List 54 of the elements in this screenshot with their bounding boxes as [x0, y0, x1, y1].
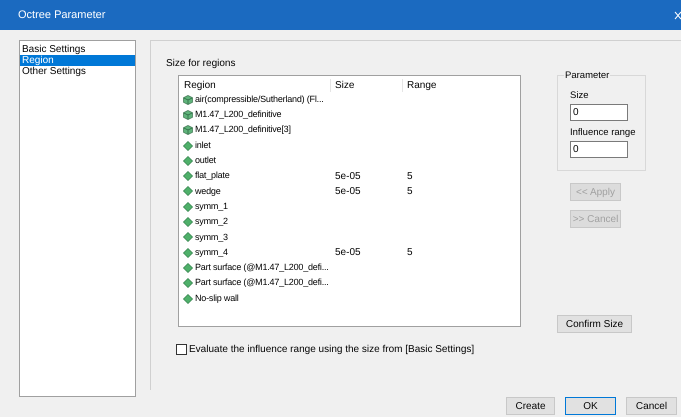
influence-range-field[interactable]: 0 [570, 141, 628, 158]
diamond-icon [183, 217, 193, 228]
diamond-icon [183, 262, 193, 273]
checkbox-label: Evaluate the influence range using the size from [Basic Settings] [189, 343, 474, 357]
sidebar-item[interactable]: Other Settings [20, 66, 135, 77]
window-title: Octree Parameter [18, 8, 106, 23]
size-cell: 5e-05 [335, 170, 361, 182]
close-icon[interactable] [674, 10, 681, 20]
region-name[interactable]: wedge [195, 184, 221, 198]
region-name[interactable]: outlet [195, 154, 216, 168]
column-header[interactable]: Region [183, 79, 331, 92]
cube-icon [183, 110, 193, 120]
diamond-icon [183, 202, 193, 212]
diamond-icon [183, 294, 193, 304]
sidebar-item[interactable]: Region [20, 55, 135, 66]
size-cell: 5e-05 [335, 186, 361, 197]
dialog-button[interactable]: OK [565, 397, 616, 415]
region-name[interactable]: symm_1 [195, 200, 228, 214]
column-header[interactable]: Size [331, 79, 403, 92]
range-cell: 5 [407, 247, 413, 258]
region-name[interactable]: symm_3 [195, 230, 228, 244]
influence-range-label: Influence range [570, 127, 636, 138]
size-label: Size [570, 90, 590, 101]
range-cell: 5 [407, 170, 413, 182]
sidebar-item[interactable]: Basic Settings [20, 44, 135, 55]
diamond-icon [183, 156, 193, 166]
cube-icon [183, 94, 193, 105]
checkbox[interactable] [176, 344, 187, 355]
size-cell: 5e-05 [335, 247, 361, 258]
confirm-size-button[interactable]: Confirm Size [557, 315, 632, 333]
region-name[interactable]: symm_4 [195, 246, 228, 260]
region-name[interactable]: Part surface (@M1.47_L200_defi... [195, 276, 329, 290]
diamond-icon [183, 186, 193, 196]
region-name[interactable]: No-slip wall [195, 292, 239, 306]
dialog-button[interactable]: Cancel [626, 397, 677, 415]
diamond-icon [183, 140, 193, 151]
region-name[interactable]: Part surface (@M1.47_L200_defi... [195, 261, 329, 275]
region-name[interactable]: symm_2 [195, 215, 228, 229]
dialog-button[interactable]: Create [506, 397, 555, 415]
diamond-icon [183, 278, 193, 288]
group-title: Parameter [564, 70, 610, 81]
region-name[interactable]: flat_plate [195, 169, 230, 183]
region-name[interactable]: inlet [195, 138, 211, 152]
range-cell: 5 [407, 186, 413, 197]
region-name[interactable]: M1.47_L200_definitive[3] [195, 123, 291, 137]
diamond-icon [183, 171, 193, 182]
cube-icon [183, 125, 193, 136]
diamond-icon [183, 232, 193, 242]
diamond-icon [183, 248, 193, 258]
region-name[interactable]: air(compressible/Sutherland) (Fl... [195, 92, 324, 106]
size-field[interactable]: 0 [570, 104, 628, 121]
region-name[interactable]: M1.47_L200_definitive [195, 108, 282, 122]
section-title: Size for regions [166, 58, 236, 70]
column-header[interactable]: Range [403, 79, 463, 92]
